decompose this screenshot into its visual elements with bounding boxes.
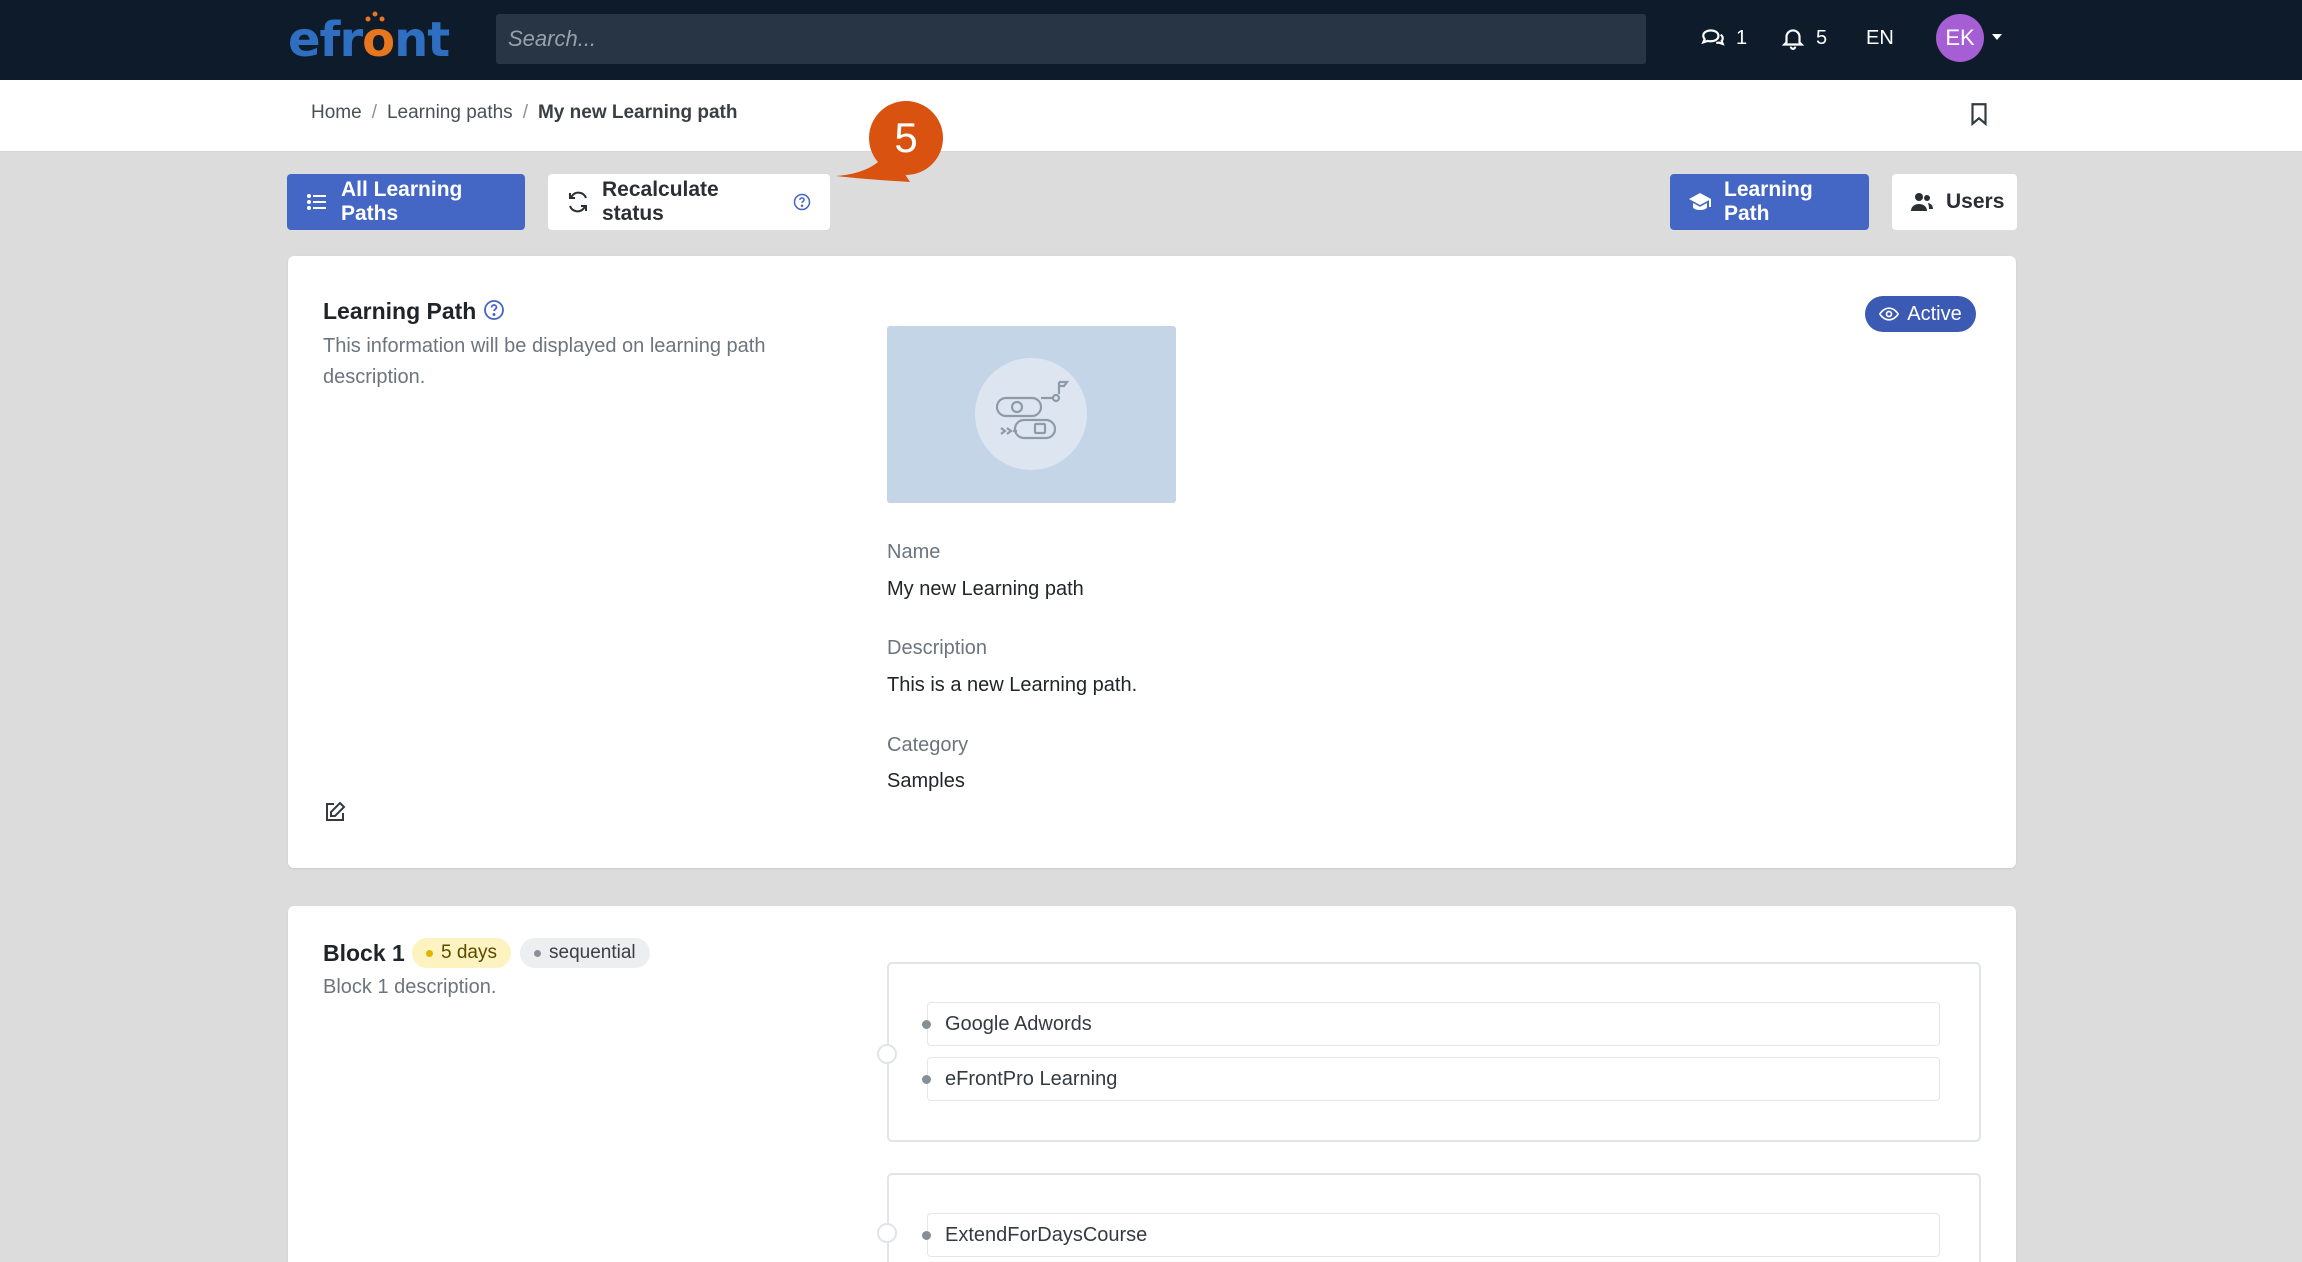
course-item[interactable]: ExtendForDaysCourse (922, 1213, 1940, 1257)
caret-down-icon[interactable] (1990, 30, 2004, 44)
list-icon (307, 194, 326, 210)
group-connector-node (877, 1223, 897, 1243)
duration-dot (426, 949, 433, 957)
course-name: eFrontPro Learning (945, 1067, 1118, 1090)
all-learning-paths-button[interactable]: All Learning Paths (287, 174, 525, 230)
bookmark-icon[interactable] (1966, 101, 1992, 127)
top-navbar: efront 1 5 EN EK (0, 0, 2302, 80)
notifications-button[interactable]: 5 (1780, 22, 1827, 54)
course-item[interactable]: Google Adwords (922, 1002, 1940, 1046)
step-number: 5 (894, 114, 917, 161)
category-value: Samples (887, 770, 965, 792)
breadcrumb-home[interactable]: Home (311, 102, 362, 124)
users-label: Users (1946, 190, 2005, 213)
learning-path-image[interactable] (887, 326, 1176, 503)
recalculate-status-button[interactable]: Recalculate status (548, 174, 830, 230)
course-bullet (922, 1019, 931, 1029)
users-button[interactable]: Users (1892, 174, 2017, 230)
users-icon (1911, 193, 1933, 211)
course-name: Google Adwords (945, 1012, 1092, 1035)
details-title: Learning Path (323, 298, 477, 324)
course-item[interactable]: eFrontPro Learning (922, 1057, 1940, 1101)
description-value: This is a new Learning path. (887, 674, 1138, 696)
block-description: Block 1 description. (323, 976, 497, 998)
breadcrumb-bar: Home / Learning paths / My new Learning … (0, 80, 2302, 152)
breadcrumb-separator: / (371, 102, 377, 123)
help-circle-icon[interactable] (482, 298, 506, 322)
category-label: Category (887, 734, 969, 756)
refresh-icon (569, 191, 587, 213)
learning-path-placeholder-icon (995, 380, 1070, 440)
description-label: Description (887, 637, 988, 659)
breadcrumb-learning-paths[interactable]: Learning paths (387, 102, 513, 124)
learning-path-button[interactable]: Learning Path (1670, 174, 1869, 230)
details-description: This information will be displayed on le… (323, 335, 766, 388)
learning-path-label: Learning Path (1724, 178, 1813, 225)
efront-logo[interactable]: efront (288, 11, 450, 66)
name-label: Name (887, 541, 941, 563)
image-placeholder-circle (975, 358, 1087, 470)
mode-pill: sequential (520, 938, 650, 968)
notifications-count: 5 (1816, 26, 1828, 49)
step-marker: 5 (836, 101, 943, 182)
course-name: ExtendForDaysCourse (945, 1223, 1148, 1246)
duration-pill-label: 5 days (441, 942, 497, 963)
logo-spark-icon (365, 11, 385, 22)
breadcrumb: Home / Learning paths / My new Learning … (311, 102, 738, 124)
block-title: Block 1 (323, 940, 405, 966)
eye-icon (1879, 307, 1900, 321)
duration-pill: 5 days (412, 938, 511, 968)
name-value: My new Learning path (887, 578, 1084, 600)
bell-icon (1781, 29, 1805, 50)
graduation-cap-icon (1689, 193, 1711, 210)
chat-icon (1701, 29, 1725, 46)
status-badge-label: Active (1907, 302, 1962, 325)
mode-pill-label: sequential (549, 942, 636, 963)
user-avatar[interactable]: EK (1936, 14, 1984, 62)
course-group (877, 962, 1981, 1142)
search-input[interactable] (496, 14, 1646, 64)
avatar-initials: EK (1945, 25, 1975, 50)
breadcrumb-current: My new Learning path (537, 102, 738, 123)
language-selector[interactable]: EN (1866, 22, 1894, 54)
status-badge[interactable]: Active (1865, 296, 1976, 332)
edit-icon[interactable] (323, 800, 347, 824)
mode-dot (534, 949, 541, 957)
recalculate-status-label: Recalculate status (602, 178, 719, 225)
all-learning-paths-label: All Learning Paths (341, 178, 463, 225)
course-bullet (922, 1074, 931, 1084)
course-bullet (922, 1230, 931, 1240)
messages-count: 1 (1736, 26, 1748, 49)
help-circle-icon[interactable] (792, 192, 812, 212)
language-label: EN (1866, 26, 1894, 49)
breadcrumb-separator: / (522, 102, 528, 123)
messages-button[interactable]: 1 (1700, 22, 1747, 54)
group-connector-node (877, 1044, 897, 1064)
